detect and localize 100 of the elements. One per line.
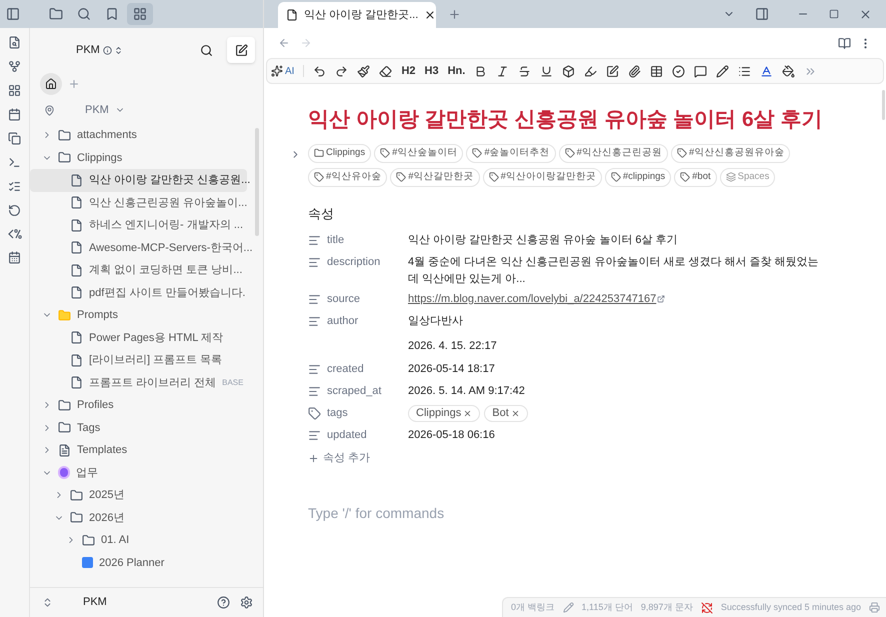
- file-item[interactable]: 프롬프트 라이브러리 전체 BASE: [30, 372, 247, 394]
- file-item[interactable]: 익산 아이랑 갈만한곳 신흥공원...: [30, 169, 247, 192]
- file-item[interactable]: 하네스 엔지니어링- 개발자의 ...: [30, 214, 247, 236]
- source-link[interactable]: https://m.blog.naver.com/lovelybi_a/224253747167: [408, 291, 656, 308]
- folder-item[interactable]: Prompts: [30, 304, 247, 326]
- add-property-button[interactable]: 속성 추가: [308, 450, 370, 466]
- item-label: 하네스 엔지니어링- 개발자의 ...: [89, 218, 243, 233]
- ai-button[interactable]: AI: [271, 64, 294, 78]
- close-icon[interactable]: [424, 9, 436, 21]
- property-value[interactable]: 4월 중순에 다녀온 익산 신흥근린공원 유아숲놀이터 새로 생겼다 해서 즐찾 해뒀었는데 익산에만 있는게 아...: [408, 254, 822, 288]
- folder-item[interactable]: Profiles: [30, 394, 247, 416]
- folder-chip[interactable]: Clippings: [308, 144, 372, 162]
- maximize-icon[interactable]: [829, 9, 839, 19]
- template-icon[interactable]: [8, 228, 22, 240]
- bookmark-icon[interactable]: [105, 7, 119, 21]
- heading-button[interactable]: H2: [401, 62, 416, 80]
- text-format-icon[interactable]: [716, 64, 730, 78]
- tag-chip[interactable]: #bot: [674, 168, 717, 186]
- edit-icon[interactable]: [606, 64, 620, 78]
- property-value[interactable]: 2026-05-14 18:17: [408, 361, 822, 378]
- file-item[interactable]: 2026 Planner: [30, 552, 247, 574]
- paintbrush-icon[interactable]: [357, 64, 370, 78]
- word-count: 1,115개 단어: [582, 600, 633, 614]
- table-icon[interactable]: [650, 64, 664, 78]
- redo-icon[interactable]: [335, 64, 348, 78]
- history-icon[interactable]: [8, 204, 21, 217]
- file-item[interactable]: pdf편집 사이트 만들어봤습니다.: [30, 282, 247, 304]
- help-icon[interactable]: [217, 596, 230, 609]
- home-button[interactable]: [40, 73, 62, 95]
- file-item[interactable]: 익산 신흥근린공원 유아숲놀이...: [30, 192, 247, 214]
- property-value[interactable]: 일상다반사: [408, 313, 822, 330]
- remove-icon[interactable]: [463, 409, 472, 418]
- strikethrough-icon[interactable]: [518, 64, 532, 78]
- remove-icon[interactable]: [510, 409, 520, 418]
- settings-icon[interactable]: [240, 596, 253, 609]
- highlighter-icon[interactable]: [584, 64, 598, 78]
- list-icon[interactable]: [738, 64, 752, 78]
- tag-chip[interactable]: #익산신흥근린공원: [558, 144, 668, 162]
- eraser-icon[interactable]: [379, 64, 392, 78]
- graph-icon[interactable]: [8, 60, 21, 73]
- calendar-icon[interactable]: [8, 108, 21, 121]
- reading-view-icon[interactable]: [838, 36, 851, 50]
- terminal-icon[interactable]: [8, 156, 21, 169]
- tag-chip[interactable]: #익산유아숲: [308, 168, 388, 186]
- folder-icon[interactable]: [49, 7, 63, 21]
- tag-chip[interactable]: #익산아이랑갈만한곳: [482, 168, 602, 186]
- root-folder-label[interactable]: PKM: [85, 102, 109, 118]
- vault-name[interactable]: PKM: [76, 42, 100, 58]
- sidebar-toggle-icon[interactable]: [6, 7, 20, 21]
- file-item[interactable]: Power Pages용 HTML 제작: [30, 326, 247, 349]
- undo-icon[interactable]: [313, 64, 326, 78]
- back-icon[interactable]: [278, 37, 290, 49]
- grid-icon[interactable]: [8, 84, 21, 97]
- heading-button[interactable]: H3: [424, 62, 439, 80]
- folder-item[interactable]: attachments: [30, 124, 247, 146]
- file-search-icon[interactable]: [8, 36, 21, 49]
- tag-chip[interactable]: #익산숲놀이터: [374, 144, 464, 162]
- note-tab[interactable]: 익산 아이랑 갈만한곳...: [278, 2, 436, 28]
- property-value[interactable]: 익산 아이랑 갈만한곳 신흥공원 유아숲 놀이터 6살 후기: [408, 232, 822, 249]
- comment-icon[interactable]: [694, 64, 708, 78]
- property-value[interactable]: 2026-05-18 06:16: [408, 427, 822, 444]
- bold-icon[interactable]: [474, 64, 488, 78]
- scrollbar-thumb[interactable]: [882, 90, 885, 120]
- check-circle-icon[interactable]: [672, 64, 686, 78]
- file-item[interactable]: 계획 없이 코딩하면 토큰 낭비...: [30, 259, 247, 282]
- new-tab-icon[interactable]: [448, 8, 461, 21]
- heading-button[interactable]: Hn.: [448, 62, 466, 80]
- folder-item[interactable]: 01. AI: [30, 529, 247, 552]
- switcher-icon[interactable]: [114, 46, 123, 54]
- tag-chip[interactable]: #clippings: [604, 168, 672, 186]
- switcher-icon[interactable]: [42, 597, 53, 608]
- vault-name[interactable]: PKM: [83, 594, 107, 611]
- folder-item[interactable]: 업무: [30, 462, 247, 484]
- sync-icon[interactable]: [700, 602, 713, 614]
- italic-icon[interactable]: [496, 64, 510, 78]
- search-icon[interactable]: [200, 44, 213, 56]
- paperclip-icon[interactable]: [628, 64, 642, 78]
- property-value[interactable]: 2026. 5. 14. AM 9:17:42: [408, 383, 822, 400]
- folder-item[interactable]: 2025년: [30, 484, 247, 506]
- tag-pill[interactable]: Clippings: [408, 405, 480, 422]
- copy-icon[interactable]: [8, 132, 21, 145]
- grid-view-button[interactable]: [127, 3, 153, 25]
- folder-item[interactable]: Clippings: [30, 146, 247, 169]
- folder-item[interactable]: 2026년: [30, 506, 247, 529]
- checklist-icon[interactable]: [8, 180, 21, 193]
- folder-item[interactable]: Tags: [30, 416, 247, 439]
- property-value[interactable]: 2026. 4. 15. 22:17: [408, 338, 822, 355]
- underline-icon[interactable]: [540, 64, 554, 78]
- folder-item[interactable]: Templates: [30, 439, 247, 462]
- tag-chip[interactable]: #숲놀이터추천: [466, 144, 556, 162]
- tag-chip[interactable]: #익산갈만한곳: [390, 168, 480, 186]
- file-item[interactable]: [라이브러리] 프롬프트 목록: [30, 349, 247, 372]
- tag-chip[interactable]: #익산신흥공원유아숲: [670, 144, 790, 162]
- tag-pill[interactable]: Bot: [484, 405, 528, 422]
- daily-note-icon[interactable]: [8, 251, 21, 264]
- new-note-button[interactable]: [227, 37, 255, 63]
- cube-icon[interactable]: [562, 64, 576, 78]
- font-color-icon[interactable]: [760, 64, 774, 78]
- paint-bucket-icon[interactable]: [782, 64, 796, 78]
- sidebar-toggle-icon[interactable]: [755, 7, 769, 21]
